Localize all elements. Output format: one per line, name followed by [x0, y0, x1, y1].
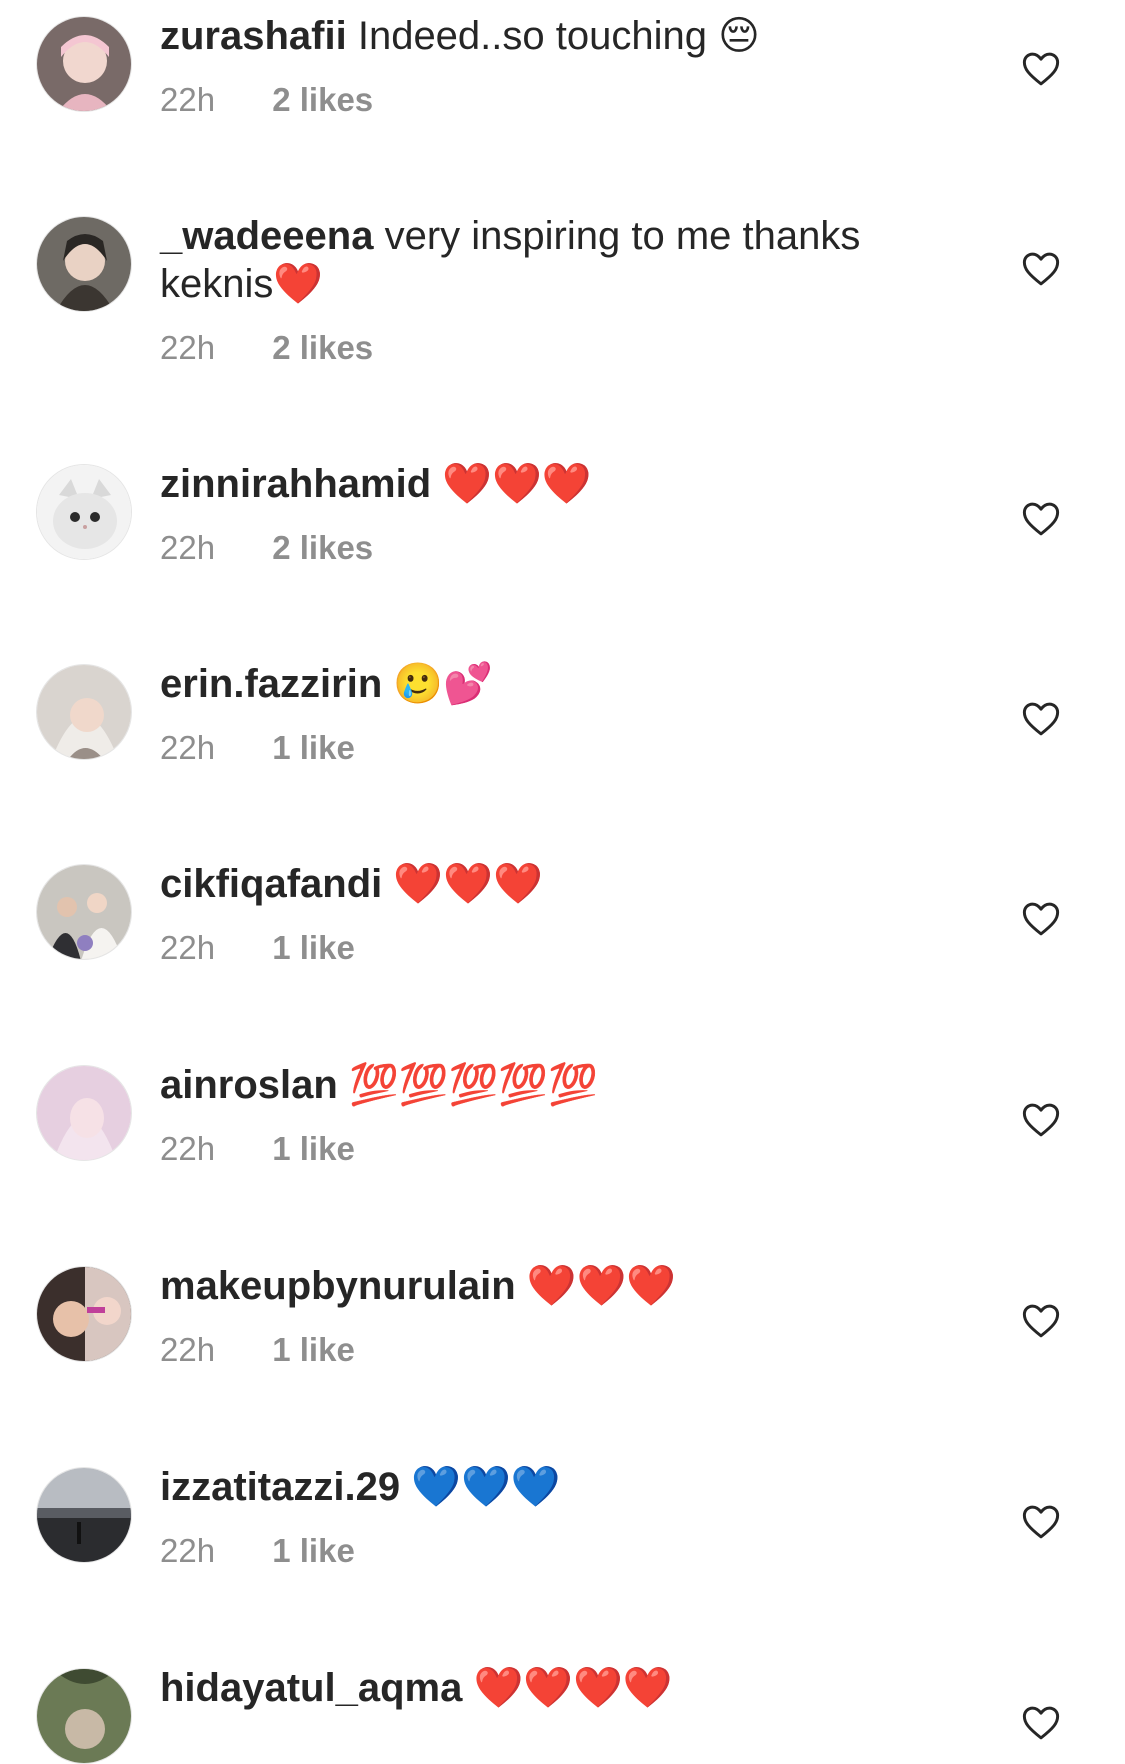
comment-username[interactable]: _wadeeena — [160, 214, 373, 258]
like-button[interactable] — [1020, 698, 1062, 740]
comment-like-count[interactable]: 2 likes — [272, 529, 373, 566]
heart-outline-icon — [1022, 1706, 1060, 1740]
comment-like-count[interactable]: 1 like — [272, 1331, 355, 1368]
comment-text: zurashafii Indeed..so touching 😔 — [160, 12, 950, 60]
heart-outline-icon — [1022, 702, 1060, 736]
comment-meta: 22h 1 like — [160, 1531, 950, 1571]
comment-time: 22h — [160, 929, 216, 966]
heart-outline-icon — [1022, 1505, 1060, 1539]
comment-message: 💙💙💙 — [400, 1465, 561, 1509]
comment-like-count[interactable]: 1 like — [272, 729, 355, 766]
user-avatar[interactable] — [36, 1467, 132, 1563]
comment-like-count[interactable]: 2 likes — [272, 329, 373, 366]
comment-body: ainroslan 💯💯💯💯💯 22h 1 like — [160, 1061, 950, 1169]
comment-message: ❤️❤️❤️ — [431, 462, 592, 506]
user-avatar[interactable] — [36, 1065, 132, 1161]
comment-body: _wadeeena very inspiring to me thanks ke… — [160, 212, 950, 368]
comment-text: hidayatul_aqma ❤️❤️❤️❤️ — [160, 1664, 950, 1712]
heart-outline-icon — [1022, 502, 1060, 536]
comment-text: ainroslan 💯💯💯💯💯 — [160, 1061, 950, 1109]
comment-like-count[interactable]: 2 likes — [272, 81, 373, 118]
like-button[interactable] — [1020, 1300, 1062, 1342]
like-button[interactable] — [1020, 48, 1062, 90]
comment-meta: 22h 2 likes — [160, 80, 950, 120]
comment-body: cikfiqafandi ❤️❤️❤️ 22h 1 like — [160, 860, 950, 968]
heart-outline-icon — [1022, 252, 1060, 286]
heart-outline-icon — [1022, 52, 1060, 86]
comment-body: zurashafii Indeed..so touching 😔 22h 2 l… — [160, 12, 950, 120]
like-button[interactable] — [1020, 1702, 1062, 1744]
user-avatar[interactable] — [36, 16, 132, 112]
comment-body: makeupbynurulain ❤️❤️❤️ 22h 1 like — [160, 1262, 950, 1370]
comment-like-count[interactable]: 1 like — [272, 1532, 355, 1569]
heart-outline-icon — [1022, 1103, 1060, 1137]
comment-text: cikfiqafandi ❤️❤️❤️ — [160, 860, 950, 908]
comment-username[interactable]: erin.fazzirin — [160, 662, 382, 706]
comment-meta: 22h 1 like — [160, 1330, 950, 1370]
comment-text: makeupbynurulain ❤️❤️❤️ — [160, 1262, 950, 1310]
heart-outline-icon — [1022, 902, 1060, 936]
comment-message: ❤️❤️❤️ — [515, 1264, 677, 1308]
comment-meta: 22h 2 likes — [160, 528, 950, 568]
user-avatar[interactable] — [36, 216, 132, 312]
like-button[interactable] — [1020, 248, 1062, 290]
comment-message: Indeed..so touching 😔 — [346, 14, 760, 58]
comment-message: ❤️❤️❤️ — [382, 862, 543, 906]
comment-time: 22h — [160, 1331, 216, 1368]
like-button[interactable] — [1020, 898, 1062, 940]
comment-username[interactable]: zinnirahhamid — [160, 462, 431, 506]
comment-time: 22h — [160, 1130, 216, 1167]
comment-username[interactable]: hidayatul_aqma — [160, 1666, 462, 1710]
comment-like-count[interactable]: 1 like — [272, 1130, 355, 1167]
comment-meta: 22h 1 like — [160, 1129, 950, 1169]
comment-time: 22h — [160, 1532, 216, 1569]
heart-outline-icon — [1022, 1304, 1060, 1338]
comment-username[interactable]: zurashafii — [160, 14, 347, 58]
comment-meta: 22h 1 like — [160, 728, 950, 768]
comment-body: izzatitazzi.29 💙💙💙 22h 1 like — [160, 1463, 950, 1571]
like-button[interactable] — [1020, 498, 1062, 540]
comment-time: 22h — [160, 329, 216, 366]
user-avatar[interactable] — [36, 464, 132, 560]
comment-time: 22h — [160, 529, 216, 566]
comment-username[interactable]: cikfiqafandi — [160, 862, 382, 906]
comment-message: 🥲💕 — [382, 662, 493, 706]
user-avatar[interactable] — [36, 1668, 132, 1764]
comment-time: 22h — [160, 729, 216, 766]
user-avatar[interactable] — [36, 1266, 132, 1362]
comment-username[interactable]: ainroslan — [160, 1063, 338, 1107]
comment-meta: 22h 1 like — [160, 928, 950, 968]
comment-username[interactable]: izzatitazzi.29 — [160, 1465, 400, 1509]
user-avatar[interactable] — [36, 664, 132, 760]
comment-like-count[interactable]: 1 like — [272, 929, 355, 966]
comment-body: erin.fazzirin 🥲💕 22h 1 like — [160, 660, 950, 768]
comment-username[interactable]: makeupbynurulain — [160, 1264, 516, 1308]
comment-text: zinnirahhamid ❤️❤️❤️ — [160, 460, 950, 508]
comment-message: 💯💯💯💯💯 — [337, 1063, 598, 1107]
like-button[interactable] — [1020, 1501, 1062, 1543]
user-avatar[interactable] — [36, 864, 132, 960]
comment-body: zinnirahhamid ❤️❤️❤️ 22h 2 likes — [160, 460, 950, 568]
comment-meta: 22h 2 likes — [160, 328, 950, 368]
comment-body: hidayatul_aqma ❤️❤️❤️❤️ — [160, 1664, 950, 1712]
comment-time: 22h — [160, 81, 216, 118]
comment-message: ❤️❤️❤️❤️ — [462, 1666, 673, 1710]
like-button[interactable] — [1020, 1099, 1062, 1141]
comment-text: erin.fazzirin 🥲💕 — [160, 660, 950, 708]
comment-text: izzatitazzi.29 💙💙💙 — [160, 1463, 950, 1511]
comment-text: _wadeeena very inspiring to me thanks ke… — [160, 212, 950, 308]
